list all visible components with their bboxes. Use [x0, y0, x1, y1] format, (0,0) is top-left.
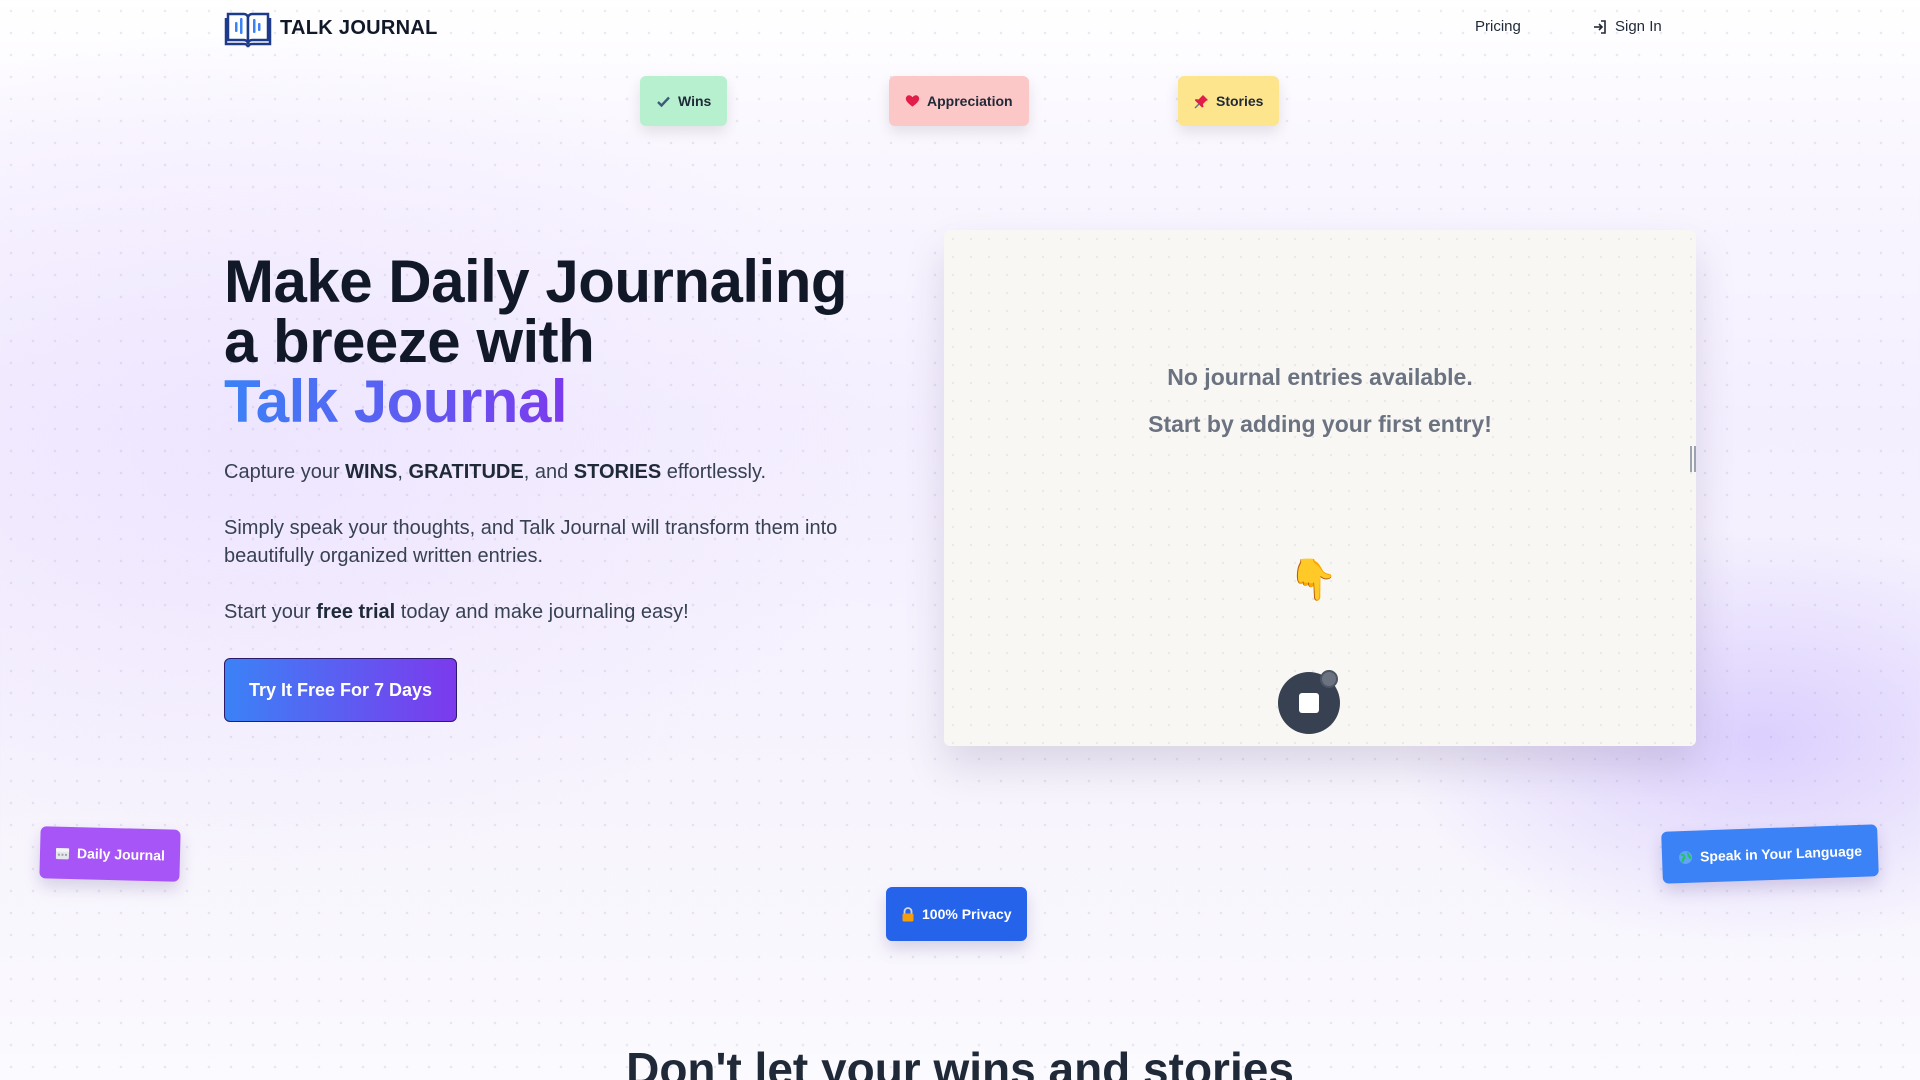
sign-in-link[interactable]: Sign In [1592, 18, 1662, 35]
badge-language-label: Speak in Your Language [1699, 842, 1863, 865]
tag-appreciation: Appreciation [889, 76, 1029, 126]
stop-icon [1299, 693, 1319, 713]
hero-description: Simply speak your thoughts, and Talk Jou… [224, 517, 838, 567]
hero-title-line1: Make Daily Journaling [224, 248, 848, 315]
heart-icon [905, 95, 920, 107]
empty-state-title: No journal entries available. [1167, 364, 1473, 390]
badge-daily-journal: Daily Journal [39, 826, 181, 882]
sign-in-icon [1594, 19, 1606, 34]
nav-pricing-link[interactable]: Pricing [1475, 18, 1521, 35]
book-voice-logo-icon [224, 12, 272, 48]
sign-in-label: Sign In [1615, 18, 1662, 35]
badge-speak-language: Speak in Your Language [1661, 824, 1879, 884]
section-heading: Don't let your wins and stories [626, 1043, 1294, 1080]
hero-capture-text: Capture your WINS, GRATITUDE, and STORIE… [224, 461, 767, 483]
hero-title-line2: a breeze with [224, 308, 595, 375]
globe-icon [1679, 850, 1693, 864]
tag-stories: Stories [1178, 76, 1280, 126]
tag-wins-label: Wins [678, 93, 712, 109]
tag-stories-label: Stories [1216, 93, 1264, 109]
logo[interactable]: TALK JOURNAL [224, 8, 438, 48]
recording-indicator [1320, 670, 1338, 688]
badge-privacy: 100% Privacy [886, 887, 1027, 941]
free-trial-button[interactable]: Try It Free For 7 Days [224, 658, 457, 722]
badge-privacy-label: 100% Privacy [922, 906, 1012, 922]
hero-title: Make Daily Journaling a breeze with Talk… [224, 252, 904, 432]
scroll-handle[interactable] [1690, 446, 1696, 472]
lock-icon [902, 906, 914, 921]
calendar-icon [55, 847, 70, 859]
record-stop-button[interactable] [1278, 670, 1340, 734]
pin-icon [1194, 94, 1208, 109]
hero-trial-text: Start your free trial today and make jou… [224, 601, 689, 623]
tag-appreciation-label: Appreciation [927, 93, 1013, 109]
badge-daily-label: Daily Journal [76, 845, 166, 864]
tag-wins: Wins [640, 76, 728, 126]
check-icon [657, 96, 670, 107]
pointing-down-icon: 👇 [1288, 558, 1338, 602]
brand-name: TALK JOURNAL [280, 16, 438, 39]
hero-title-brand: Talk Journal [224, 368, 567, 435]
site-header: TALK JOURNAL Pricing Sign In [0, 0, 1920, 56]
empty-state-subtitle: Start by adding your first entry! [1148, 411, 1492, 437]
journal-preview-card: No journal entries available. Start by a… [944, 230, 1696, 746]
